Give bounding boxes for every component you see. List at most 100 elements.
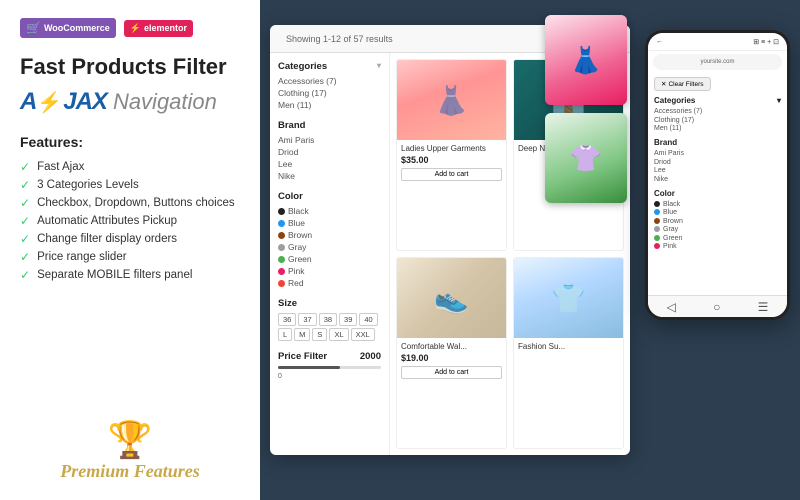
mobile-color-gray[interactable]: Gray	[654, 226, 781, 233]
color-red[interactable]: Red	[278, 278, 381, 288]
lightning-icon: ⚡	[37, 90, 62, 115]
mobile-nav-menu[interactable]: ☰	[758, 300, 769, 314]
brand-nike[interactable]: Nike	[278, 171, 381, 181]
mobile-dot-black	[654, 201, 660, 207]
color-dot-brown	[278, 232, 285, 239]
mobile-x-icon: ✕	[661, 80, 666, 88]
price-min: 0	[278, 373, 282, 380]
product-image-4: 👕	[514, 258, 623, 338]
woo-label: WooCommerce	[44, 23, 110, 33]
size-title: Size	[278, 298, 381, 309]
add-to-cart-button-1[interactable]: Add to cart	[401, 168, 502, 181]
brand-section: Brand Ami Paris Driod Lee Nike	[278, 120, 381, 181]
mobile-back-icon[interactable]: ←	[656, 38, 663, 45]
product-figure-1: 👗	[434, 84, 469, 117]
color-gray[interactable]: Gray	[278, 242, 381, 252]
thumb-pink: 👗	[545, 15, 627, 105]
feature-label-3: Checkbox, Dropdown, Buttons choices	[37, 197, 235, 209]
price-title: Price Filter 2000	[278, 351, 381, 362]
color-brown[interactable]: Brown	[278, 230, 381, 240]
mobile-brand-title: Brand	[654, 138, 781, 147]
size-37[interactable]: 37	[298, 313, 316, 326]
mobile-brand-section: Brand Ami Paris Driod Lee Nike	[654, 138, 781, 183]
mobile-color-brown[interactable]: Brown	[654, 218, 781, 225]
categories-title: Categories ▾	[278, 61, 381, 72]
color-dot-black	[278, 208, 285, 215]
mobile-icons-group: ⊞ ≡ + ⊡	[753, 38, 779, 46]
check-icon-1: ✓	[20, 160, 30, 174]
category-clothing[interactable]: Clothing (17)	[278, 88, 381, 98]
mobile-color-green[interactable]: Green	[654, 235, 781, 242]
check-icon-7: ✓	[20, 268, 30, 282]
mobile-dot-green	[654, 235, 660, 241]
mobile-brand-driod[interactable]: Driod	[654, 159, 781, 166]
price-range-bar[interactable]	[278, 366, 381, 369]
mobile-color-blue[interactable]: Blue	[654, 209, 781, 216]
mobile-mockup: ← ⊞ ≡ + ⊡ yoursite.com ✕ Clear Filters C…	[645, 30, 790, 320]
feature-label-2: 3 Categories Levels	[37, 179, 139, 191]
color-blue[interactable]: Blue	[278, 218, 381, 228]
color-black[interactable]: Black	[278, 206, 381, 216]
category-accessories[interactable]: Accessories (7)	[278, 76, 381, 86]
mobile-dot-blue	[654, 209, 660, 215]
size-XL[interactable]: XL	[329, 328, 348, 341]
brand-logos-row: 🛒 WooCommerce ⚡ elementor	[20, 18, 240, 38]
brand-label: Brand	[278, 120, 305, 131]
mobile-nav-back[interactable]: ◁	[667, 300, 676, 314]
size-40[interactable]: 40	[359, 313, 377, 326]
mobile-cat-label: Categories	[654, 96, 695, 105]
mobile-brand-lee[interactable]: Lee	[654, 167, 781, 174]
mobile-url-text: yoursite.com	[700, 59, 734, 65]
color-dot-red	[278, 280, 285, 287]
brand-ami[interactable]: Ami Paris	[278, 135, 381, 145]
size-M[interactable]: M	[294, 328, 310, 341]
mobile-color-black[interactable]: Black	[654, 201, 781, 208]
elementor-icon: ⚡	[130, 23, 141, 34]
mobile-dot-brown	[654, 218, 660, 224]
category-men[interactable]: Men (11)	[278, 100, 381, 110]
filter-sidebar: Categories ▾ Accessories (7) Clothing (1…	[270, 53, 390, 455]
mobile-bottom-bar: ◁ ○ ☰	[648, 295, 787, 317]
mobile-status-bar: ← ⊞ ≡ + ⊡	[648, 33, 787, 51]
size-39[interactable]: 39	[339, 313, 357, 326]
features-list: ✓ Fast Ajax ✓ 3 Categories Levels ✓ Chec…	[20, 160, 240, 282]
mobile-color-pink[interactable]: Pink	[654, 243, 781, 250]
mobile-categories-title: Categories ▾	[654, 96, 781, 105]
feature-item-display: ✓ Change filter display orders	[20, 232, 240, 246]
mobile-brand-ami[interactable]: Ami Paris	[654, 150, 781, 157]
size-36[interactable]: 36	[278, 313, 296, 326]
color-dot-blue	[278, 220, 285, 227]
mobile-clear-filters[interactable]: ✕ Clear Filters	[654, 77, 711, 91]
brand-lee[interactable]: Lee	[278, 159, 381, 169]
color-dot-pink	[278, 268, 285, 275]
feature-label-1: Fast Ajax	[37, 161, 84, 173]
categories-section: Categories ▾ Accessories (7) Clothing (1…	[278, 61, 381, 110]
mobile-color-section: Color Black Blue Brown Gray Green	[654, 189, 781, 251]
mobile-cat-accessories[interactable]: Accessories (7)	[654, 108, 781, 115]
mobile-cat-men[interactable]: Men (11)	[654, 125, 781, 132]
feature-label-7: Separate MOBILE filters panel	[37, 269, 192, 281]
mobile-nav-home[interactable]: ○	[713, 300, 720, 314]
mobile-dot-gray	[654, 226, 660, 232]
mobile-cat-clothing[interactable]: Clothing (17)	[654, 117, 781, 124]
product-info-4: Fashion Su...	[514, 338, 623, 357]
mobile-filter-content: ✕ Clear Filters Categories ▾ Accessories…	[648, 73, 787, 297]
size-38[interactable]: 38	[319, 313, 337, 326]
mobile-brand-nike[interactable]: Nike	[654, 176, 781, 183]
add-to-cart-button-3[interactable]: Add to cart	[401, 366, 502, 379]
feature-label-5: Change filter display orders	[37, 233, 177, 245]
size-tags: 36 37 38 39 40 L M S XL XXL	[278, 313, 381, 341]
feature-label-6: Price range slider	[37, 251, 126, 263]
mobile-url-bar[interactable]: yoursite.com	[653, 54, 782, 70]
color-green[interactable]: Green	[278, 254, 381, 264]
size-S[interactable]: S	[312, 328, 327, 341]
size-XXL[interactable]: XXL	[351, 328, 375, 341]
size-section: Size 36 37 38 39 40 L M S XL XXL	[278, 298, 381, 341]
color-pink[interactable]: Pink	[278, 266, 381, 276]
brand-driod[interactable]: Driod	[278, 147, 381, 157]
product-name-4: Fashion Su...	[518, 342, 619, 351]
size-L[interactable]: L	[278, 328, 292, 341]
mobile-dot-pink	[654, 243, 660, 249]
mobile-brand-label: Brand	[654, 138, 677, 147]
check-icon-4: ✓	[20, 214, 30, 228]
